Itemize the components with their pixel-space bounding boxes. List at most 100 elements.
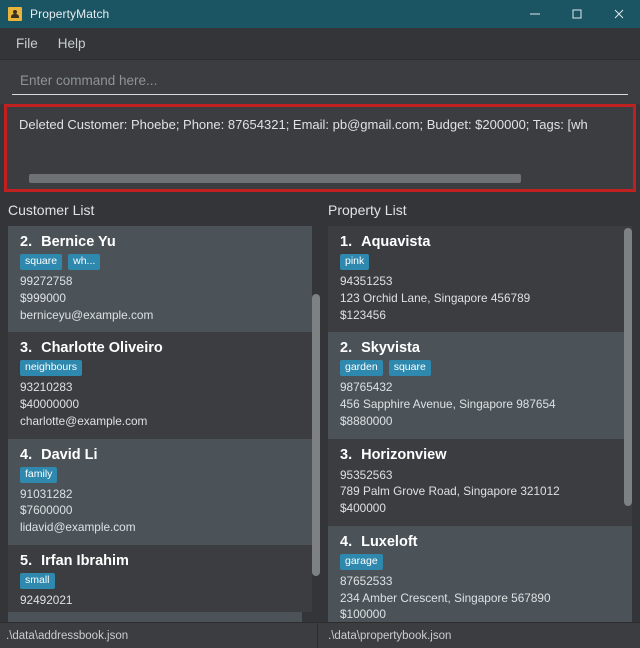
status-customer-file: .\data\addressbook.json xyxy=(0,623,318,648)
property-card-name: Horizonview xyxy=(361,446,447,463)
property-address: 123 Orchid Lane, Singapore 456789 xyxy=(340,290,531,305)
customer-card-tags: family xyxy=(20,466,302,483)
menu-bar: File Help xyxy=(0,28,640,60)
customer-card-index: 2. xyxy=(20,234,33,250)
customer-card-index: 3. xyxy=(20,340,33,357)
property-card-header: 3. Horizonview xyxy=(340,447,622,463)
customer-budget: $999000 xyxy=(20,290,66,305)
customer-card[interactable]: 3. Charlotte Oliveiro neighbours 9321028… xyxy=(8,332,312,439)
property-address: 234 Amber Crescent, Singapore 567890 xyxy=(340,590,551,605)
property-card-tags: garden square xyxy=(340,360,622,377)
result-message: Deleted Customer: Phoebe; Phone: 8765432… xyxy=(19,117,588,132)
command-input[interactable] xyxy=(12,70,628,95)
property-price: $123456 xyxy=(340,307,386,322)
customer-card[interactable]: 2. Bernice Yu square wh... 99272758 $999… xyxy=(8,226,312,333)
tag-badge: neighbours xyxy=(20,360,82,377)
customer-card[interactable]: 5. Irfan Ibrahim small 92492021 $50000 i… xyxy=(8,544,312,612)
command-bar xyxy=(0,60,640,104)
property-card-name: Aquavista xyxy=(361,234,431,250)
property-phone: 98765432 xyxy=(340,380,393,395)
property-card-header: 4. Luxeloft xyxy=(340,534,622,550)
customer-card-name: Charlotte Oliveiro xyxy=(41,340,163,357)
customer-card-tags: neighbours xyxy=(20,360,302,377)
customer-phone: 91031282 xyxy=(20,486,73,501)
application-window: PropertyMatch File Help Deleted Customer… xyxy=(0,0,640,648)
customer-card-tags: small xyxy=(20,572,302,589)
property-card-tags: pink xyxy=(340,254,622,271)
result-horizontal-scrollbar[interactable] xyxy=(7,174,633,186)
property-phone: 94351253 xyxy=(340,274,393,289)
property-phone: 87652533 xyxy=(340,573,393,588)
property-list-panel: Property List 1. Aquavista pink 94351253… xyxy=(320,196,640,622)
customer-card-name: Bernice Yu xyxy=(41,234,116,250)
customer-card-header: 4. David Li xyxy=(20,447,302,463)
customer-list-title: Customer List xyxy=(8,202,95,218)
customer-card-header: 3. Charlotte Oliveiro xyxy=(20,340,302,356)
close-icon[interactable] xyxy=(598,0,640,28)
customer-email: berniceyu@example.com xyxy=(20,307,154,322)
property-price: $8880000 xyxy=(340,413,393,428)
title-bar: PropertyMatch xyxy=(0,0,640,28)
customer-card-index: 4. xyxy=(20,446,33,463)
person-card-icon xyxy=(8,7,22,21)
tag-badge: pink xyxy=(340,254,370,271)
status-property-file: .\data\propertybook.json xyxy=(328,629,452,642)
tag-badge: square xyxy=(388,360,431,377)
property-address: 789 Palm Grove Road, Singapore 321012 xyxy=(340,484,560,499)
property-card-index: 1. xyxy=(340,234,353,250)
property-card[interactable]: 2. Skyvista garden square 98765432 456 S… xyxy=(328,332,632,439)
menu-item-file[interactable]: File xyxy=(6,32,48,55)
customer-card-index: 5. xyxy=(20,552,33,569)
property-list-title: Property List xyxy=(328,202,407,218)
property-card-tags: garage xyxy=(340,553,622,570)
property-phone: 95352563 xyxy=(340,467,393,482)
property-listbox: 1. Aquavista pink 94351253 123 Orchid La… xyxy=(328,226,632,622)
customer-phone: 99272758 xyxy=(20,274,73,289)
customer-budget: $7600000 xyxy=(20,503,73,518)
window-title: PropertyMatch xyxy=(30,7,110,21)
menu-item-help[interactable]: Help xyxy=(48,32,96,55)
tag-badge: square xyxy=(20,254,63,271)
tag-badge: garage xyxy=(340,553,383,570)
result-display-box: Deleted Customer: Phoebe; Phone: 8765432… xyxy=(4,104,636,192)
property-list-vertical-scrollbar[interactable] xyxy=(624,228,632,608)
customer-card-tags: square wh... xyxy=(20,254,302,271)
customer-budget: $40000000 xyxy=(20,397,80,412)
customer-listbox: 2. Bernice Yu square wh... 99272758 $999… xyxy=(8,226,312,622)
property-card[interactable]: 3. Horizonview 95352563 789 Palm Grove R… xyxy=(328,438,632,526)
property-price: $400000 xyxy=(340,501,386,516)
result-scrollbar-thumb[interactable] xyxy=(29,174,522,183)
customer-list-vertical-scrollbar[interactable] xyxy=(312,228,320,614)
property-card-name: Skyvista xyxy=(361,340,420,357)
tag-badge: small xyxy=(20,572,55,589)
property-card-index: 3. xyxy=(340,446,353,463)
customer-scrollbar-thumb[interactable] xyxy=(312,294,320,576)
property-card-header: 2. Skyvista xyxy=(340,340,622,356)
property-price: $100000 xyxy=(340,607,386,622)
window-controls xyxy=(514,0,640,28)
property-cards: 1. Aquavista pink 94351253 123 Orchid La… xyxy=(328,226,632,622)
main-content: Customer List 2. Bernice Yu square wh...… xyxy=(0,192,640,622)
maximize-icon[interactable] xyxy=(556,0,598,28)
property-scrollbar-thumb[interactable] xyxy=(624,228,632,506)
customer-email: lidavid@example.com xyxy=(20,520,136,535)
property-address: 456 Sapphire Avenue, Singapore 987654 xyxy=(340,397,556,412)
customer-email: charlotte@example.com xyxy=(20,413,148,428)
minimize-icon[interactable] xyxy=(514,0,556,28)
property-card[interactable]: 1. Aquavista pink 94351253 123 Orchid La… xyxy=(328,226,632,333)
property-card-name: Luxeloft xyxy=(361,533,418,550)
customer-phone: 92492021 xyxy=(20,592,73,607)
customer-card-header: 2. Bernice Yu xyxy=(20,234,302,250)
tag-badge: family xyxy=(20,466,58,483)
customer-list-panel: Customer List 2. Bernice Yu square wh...… xyxy=(0,196,320,622)
customer-cards: 2. Bernice Yu square wh... 99272758 $999… xyxy=(8,226,312,612)
customer-card-name: David Li xyxy=(41,446,98,463)
property-card-header: 1. Aquavista xyxy=(340,234,622,250)
customer-card-header: 5. Irfan Ibrahim xyxy=(20,553,302,569)
tag-badge: wh... xyxy=(68,254,101,271)
property-card[interactable]: 4. Luxeloft garage 87652533 234 Amber Cr… xyxy=(328,525,632,622)
customer-phone: 93210283 xyxy=(20,380,73,395)
property-card-index: 2. xyxy=(340,340,353,357)
customer-list-horizontal-scrollbar[interactable] xyxy=(8,612,302,622)
customer-card[interactable]: 4. David Li family 91031282 $7600000 lid… xyxy=(8,438,312,545)
